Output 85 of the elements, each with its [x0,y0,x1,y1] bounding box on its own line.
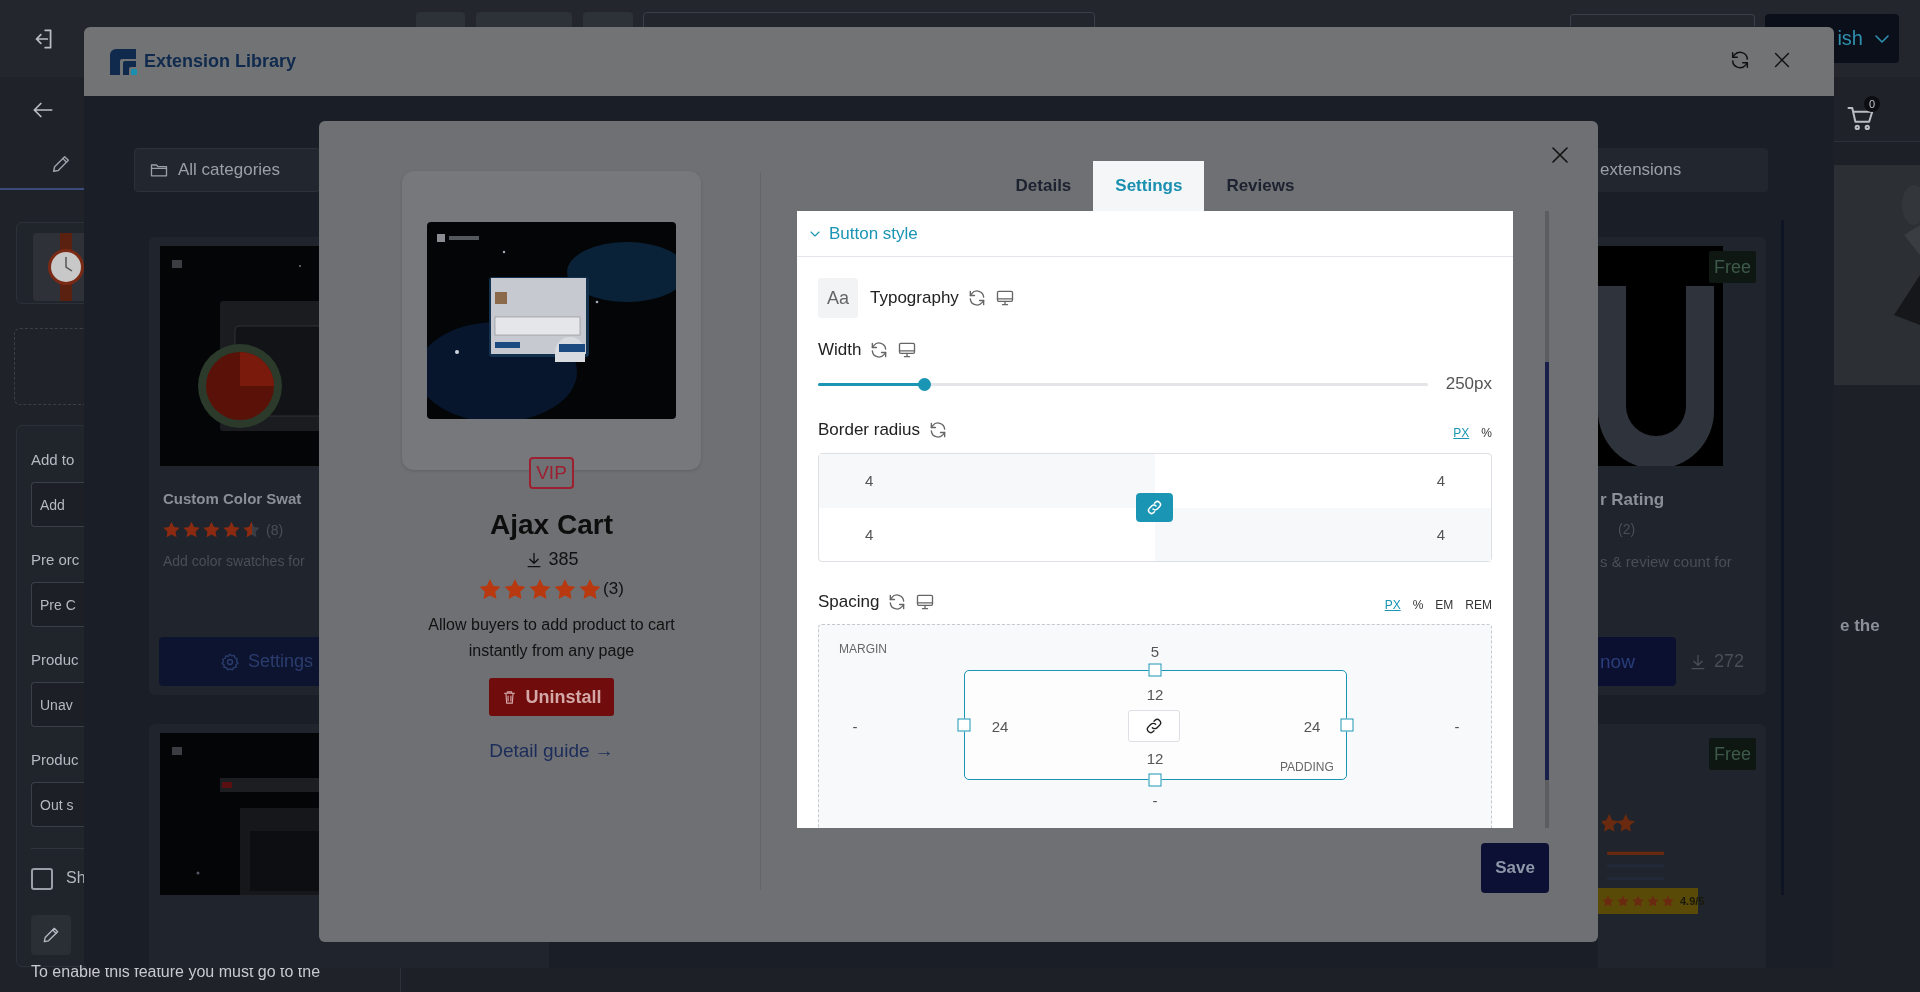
star-icon [1617,895,1629,907]
star-icon [163,521,180,538]
unit-option[interactable]: % [1412,598,1424,612]
select-field[interactable]: Add [31,482,84,527]
unit-option[interactable]: % [1481,426,1492,440]
star-icon [183,521,200,538]
uninstall-button[interactable]: Uninstall [489,678,614,716]
refresh-icon [1729,49,1751,71]
width-slider[interactable] [818,377,1428,391]
setting-label: Width [818,340,862,360]
radius-value[interactable]: 4 [819,507,1155,561]
rating-bars-drawing [1602,814,1664,880]
padding-value[interactable]: 12 [1146,750,1164,766]
unit-option[interactable]: PX [1384,598,1401,612]
star-icon [554,578,577,600]
extension-description: Allow buyers to add product to cart instantly from any page [427,615,676,661]
margin-label: MARGIN [839,642,887,656]
star-icon [579,578,602,600]
pencil-icon [50,153,72,175]
desktop-icon [915,592,936,612]
extension-title: Custom Color Swat [163,490,302,507]
resize-handle[interactable] [1340,718,1354,732]
width-value: 250px [1445,374,1492,394]
radius-value[interactable]: 4 [1155,507,1491,561]
resize-handle[interactable] [1148,663,1162,677]
plan-badge: VIP [529,457,574,489]
review-count: (3) [603,579,624,599]
gear-icon [219,651,240,672]
padding-value[interactable]: 24 [991,718,1009,734]
caret-icon [1875,34,1889,43]
unit-option[interactable]: PX [1453,426,1470,440]
star-icon [1602,895,1614,907]
body-text: e the [1840,616,1880,636]
link-icon [1144,716,1164,736]
unit-option[interactable]: REM [1465,598,1492,612]
download-count: 385 [548,549,579,570]
field-label: Produc [31,750,79,770]
setting-label: Typography [870,288,959,308]
star-icon [1632,895,1644,907]
category-filter[interactable]: All categories [134,148,320,192]
field-label: Pre orc [31,550,80,570]
window-title: Extension Library [144,51,297,72]
select-field[interactable]: Out s [31,782,84,827]
star-icon [223,521,240,538]
setting-label: Spacing [818,592,880,612]
desktop-icon [994,288,1015,308]
select-field[interactable]: Unav [31,682,84,727]
search-field[interactable]: extensions [1598,148,1768,192]
radius-value[interactable]: 4 [819,454,1155,508]
field-label: Produc [31,650,79,670]
unit-option[interactable]: EM [1435,598,1454,612]
section-header[interactable]: Button style [797,211,1513,257]
logo-icon [108,46,138,77]
margin-value[interactable]: 5 [1150,643,1160,659]
margin-value[interactable]: - [852,718,858,734]
rating-value: 4.9/5 [1680,895,1705,907]
edit-button[interactable] [31,915,71,955]
margin-value[interactable]: - [1454,718,1460,734]
star-icon [504,578,527,600]
star-icon [1662,895,1674,907]
star-icon [1647,895,1659,907]
save-button[interactable]: Save [1481,843,1549,893]
slider-thumb[interactable] [918,377,932,391]
pencil-icon [41,925,61,945]
price-badge: Free [1709,738,1756,770]
extension-name: Ajax Cart [490,509,613,541]
star-icon [529,578,552,600]
resize-handle[interactable] [957,718,971,732]
setting-label: Border radius [818,420,921,440]
padding-value[interactable]: 24 [1303,718,1321,734]
padding-value[interactable]: 12 [1146,686,1164,702]
star-icon [203,521,220,538]
margin-value[interactable]: - [1152,792,1158,808]
select-field[interactable]: Pre C [31,582,84,627]
checkbox[interactable] [31,868,53,890]
radius-value[interactable]: 4 [1155,454,1491,508]
typography-preview[interactable]: Aa [818,278,858,318]
field-label: Add to [31,450,75,470]
star-icon [479,578,502,600]
padding-label: PADDING [1280,760,1334,774]
price-badge: Free [1709,251,1756,283]
resize-handle[interactable] [1148,773,1162,787]
desktop-icon [897,340,918,360]
extension-title: r Rating [1600,490,1665,510]
star-icon [243,521,260,538]
